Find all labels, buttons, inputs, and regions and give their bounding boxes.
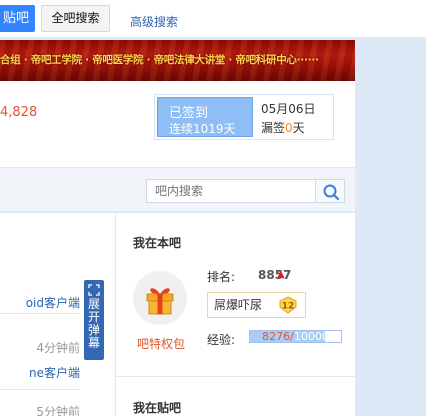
list-item: 5分钟前 (0, 389, 80, 416)
list-item: oid客户端 (0, 294, 80, 311)
banner-text: 合组 · 帝吧工学院 · 帝吧医学院 · 帝吧法律大讲堂 · 帝吧科研中心···… (0, 54, 319, 66)
level-badge-icon: 12 (279, 296, 297, 314)
exp-label: 经验: (207, 333, 236, 347)
privilege-pack-label[interactable]: 吧特权包 (137, 335, 185, 352)
enter-bar-button[interactable]: 贴吧 (0, 5, 35, 32)
toggle-danmu-button[interactable]: 展开弹幕 (84, 280, 104, 360)
post-time: 4分钟前 (36, 341, 80, 355)
exp-progress-text: 8276/10000 (262, 330, 329, 343)
sign-in-box: 已签到 连续1019天 05月06日 漏签0天 (154, 94, 334, 140)
search-button[interactable] (315, 179, 345, 203)
list-item: 4分钟前 ne客户端 (0, 313, 80, 381)
user-sidebar: 我在本吧 吧特权包 排名: 8857 ▲ 屌爆吓尿 12 经验: 8276/10… (116, 213, 355, 416)
member-count: 4,828 (0, 105, 38, 120)
bar-info-panel: 4,828 已签到 连续1019天 05月06日 漏签0天 (0, 81, 355, 167)
missed-count: 0 (285, 121, 293, 135)
advanced-search-link[interactable]: 高级搜索 (130, 13, 178, 30)
top-search-bar: 贴吧 全吧搜索 高级搜索 (0, 0, 426, 38)
privilege-pack-button[interactable] (133, 271, 187, 325)
rank-up-icon: ▲ (277, 269, 285, 280)
page-background (355, 38, 426, 416)
divider (0, 389, 80, 390)
sign-date: 05月06日 (261, 102, 316, 116)
in-bar-search-row (0, 167, 355, 212)
search-icon (323, 184, 340, 201)
my-in-post-heading: 我在贴吧 (133, 401, 182, 415)
exp-progress-bar: 8276/10000 (249, 330, 342, 343)
bar-banner: 合组 · 帝吧工学院 · 帝吧医学院 · 帝吧法律大讲堂 · 帝吧科研中心···… (0, 40, 355, 81)
missed-days: 漏签0天 (261, 121, 305, 135)
in-bar-search-input[interactable] (146, 179, 316, 203)
member-title: 屌爆吓尿 (214, 298, 263, 312)
signed-in-button[interactable]: 已签到 连续1019天 (157, 97, 253, 137)
section-divider (116, 376, 355, 377)
client-link[interactable]: ne客户端 (0, 364, 80, 381)
gift-icon (146, 288, 174, 315)
streak-label: 连续1019天 (169, 122, 236, 136)
divider (0, 313, 80, 314)
danmu-label: 展开弹幕 (88, 297, 101, 350)
rank-value: 8857 (258, 268, 292, 282)
level-number: 12 (282, 302, 295, 312)
expand-icon (88, 284, 100, 296)
search-all-bars-button[interactable]: 全吧搜索 (41, 5, 110, 32)
client-link[interactable]: oid客户端 (0, 294, 80, 311)
my-in-bar-heading: 我在本吧 (133, 236, 182, 250)
rank-label: 排名: (207, 270, 236, 284)
post-time: 5分钟前 (36, 405, 80, 416)
member-title-badge[interactable]: 屌爆吓尿 12 (207, 292, 306, 318)
signed-label: 已签到 (169, 106, 209, 121)
